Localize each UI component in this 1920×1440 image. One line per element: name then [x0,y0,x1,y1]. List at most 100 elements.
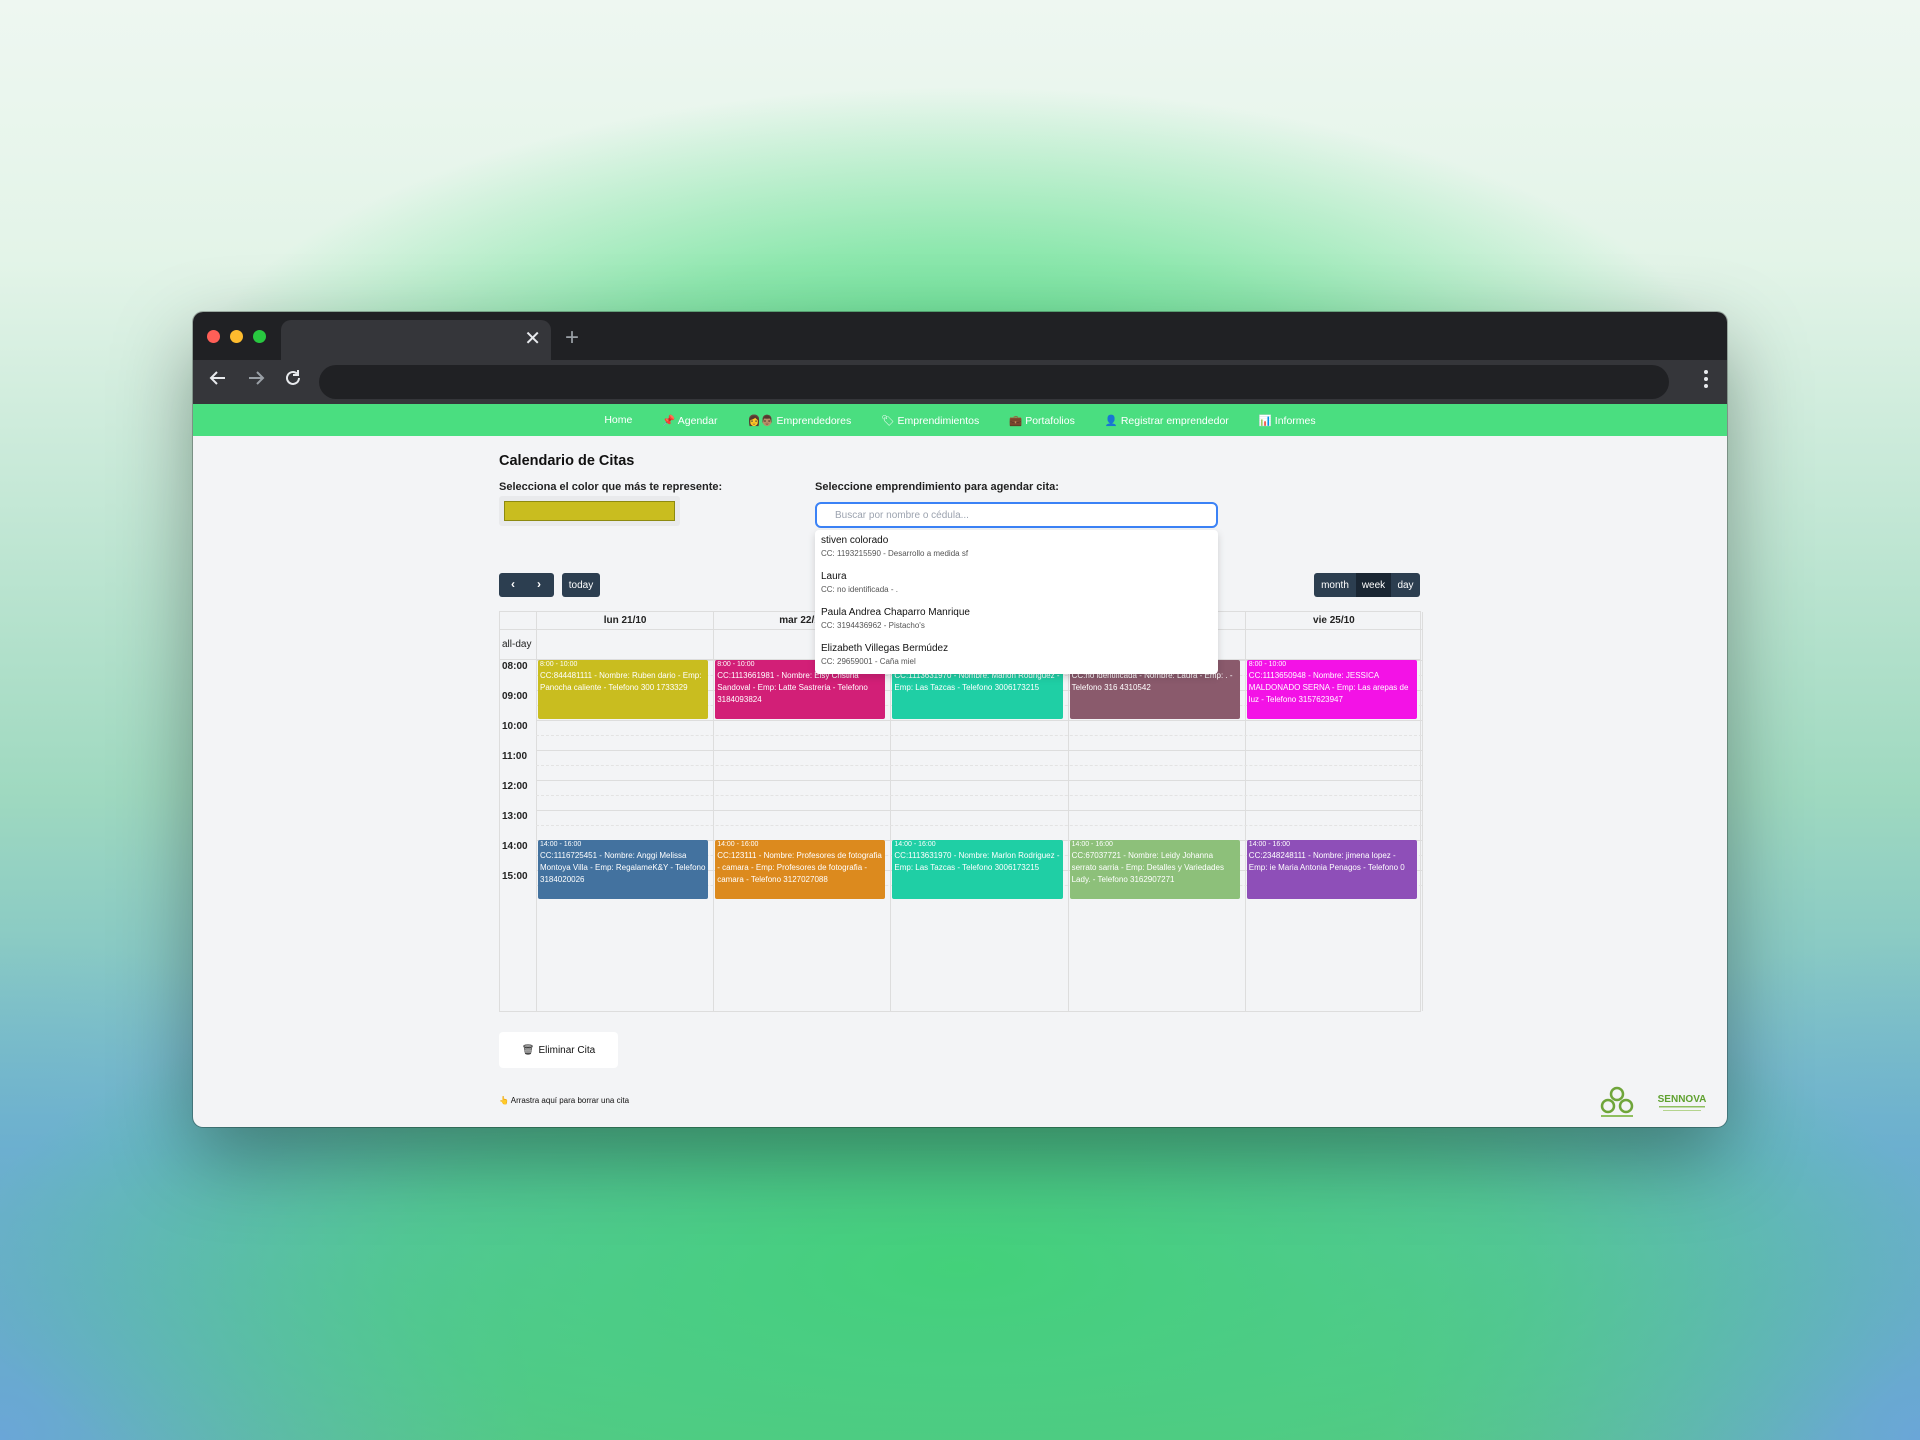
hour-line [536,720,1422,721]
day-column-line [713,612,715,1011]
title-bar: ✕ + [193,312,1727,360]
dropdown-item-name: stiven colorado [821,535,889,546]
hour-line [536,750,1422,751]
nav-registrar-emprendedor[interactable]: 👤 Registrar emprendedor [1105,414,1229,427]
address-bar[interactable] [319,365,1669,399]
prev-button[interactable]: ‹ [511,577,515,591]
appointment-event[interactable]: 14:00 - 16:00 CC:123111 - Nombre: Profeso… [715,840,886,899]
dropdown-item[interactable]: Laura CC: no identificada - . [815,566,1218,602]
tab-close-icon[interactable]: ✕ [524,329,541,349]
delete-hint: 👆 Arrastra aquí para borrar una cita [499,1096,630,1105]
dropdown-item[interactable]: stiven colorado CC: 1193215590 - Desarro… [815,530,1218,566]
back-arrow-icon[interactable] [209,368,227,392]
institution-logo [1600,1086,1634,1117]
event-text: CC:2348248111 - Nombre: jimena lopez - E… [1248,851,1405,872]
forward-arrow-icon[interactable] [247,368,265,392]
browser-tab[interactable]: ✕ [281,320,551,360]
event-time: 8:00 - 10:00 [1248,661,1287,668]
event-text: CC:123111 - Nombre: Profesores de fotogr… [717,851,882,884]
next-button[interactable]: › [537,577,541,591]
time-slot-label: 10:00 [502,721,528,732]
all-day-label: all-day [502,639,532,650]
dropdown-item-name: Elizabeth Villegas Bermúdez [821,643,949,654]
sennova-logo: SENNOVA [1658,1094,1707,1111]
nav-emprendedores[interactable]: 👩👨🏽 Emprendedores [747,414,851,427]
day-column-line [1244,612,1246,1011]
nav-portafolios[interactable]: 💼 Portafolios [1009,414,1075,427]
delete-label: Eliminar Cita [538,1044,596,1056]
maximize-window-button[interactable] [253,330,266,343]
delete-appointment-button[interactable]: 🗑 Eliminar Cita [499,1032,618,1068]
dropdown-item[interactable]: Elizabeth Villegas Bermúdez CC: 29659001… [815,638,1218,674]
dropdown-item-detail: CC: 1193215590 - Desarrollo a medida sf [821,549,969,558]
nav-home[interactable]: Home [604,414,632,426]
svg-text:SENNOVA: SENNOVA [1658,1094,1707,1105]
day-view-button[interactable]: day [1391,573,1420,597]
new-tab-icon[interactable]: + [565,324,579,352]
color-swatch[interactable] [504,501,675,521]
half-hour-line [536,795,1422,796]
menu-dots-icon[interactable] [1703,369,1709,394]
appointment-event[interactable]: 14:00 - 16:00 CC:2348248111 - Nombre: jim… [1246,840,1417,899]
emprendimiento-label: Seleccione emprendimiento para agendar c… [815,481,1059,493]
event-time: 8:00 - 10:00 [540,661,578,668]
close-window-button[interactable] [207,330,220,343]
search-input[interactable] [815,502,1218,528]
time-slot-label: 12:00 [502,781,528,792]
half-hour-line [536,825,1422,826]
month-view-button[interactable]: month [1314,573,1356,597]
main-content: Calendario de Citas Selecciona el color … [193,436,1727,1127]
calendar-header-gutter [500,612,536,630]
appointment-event[interactable]: 14:00 - 16:00 CC:67037721 - Nombre: Leidy… [1069,840,1240,899]
event-time: 14:00 - 16:00 [1248,841,1291,848]
time-slot-label: 09:00 [502,691,528,702]
prev-next-group: ‹ › [499,573,554,597]
appointment-event[interactable]: 14:00 - 16:00 CC:1116725451 - Nombre: Ang… [538,840,709,899]
page-title: Calendario de Citas [499,453,635,469]
browser-window: ✕ + Home 📌 Agendar 👩👨🏽 Emprendedores 🏷 E… [193,312,1727,1127]
appointment-event[interactable]: 8:00 - 10:00 CC:1113650948 - Nombre: JESS… [1246,660,1417,719]
time-slot-label: 13:00 [502,811,528,822]
dropdown-item-detail: CC: no identificada - . [821,585,898,594]
nav-informes[interactable]: 📊 Informes [1259,414,1316,427]
color-picker[interactable] [499,496,680,526]
time-slot-label: 14:00 [502,841,528,852]
event-text: CC:1113661981 - Nombre: Elsy Cristina Sa… [717,671,868,704]
event-time: 14:00 - 16:00 [540,841,582,848]
hour-line [536,780,1422,781]
today-button[interactable]: today [562,573,600,597]
app-navbar: Home 📌 Agendar 👩👨🏽 Emprendedores 🏷 Empre… [193,404,1727,436]
calendar-day-header: lun 21/10 [536,612,714,630]
view-switcher: month week day [1314,573,1420,597]
appointment-event[interactable]: 8:00 - 10:00 CC:844481111 - Nombre: Ruben… [538,660,709,719]
nav-agendar[interactable]: 📌 Agendar [662,414,717,427]
calendar-day-header: vie 25/10 [1244,612,1422,630]
event-text: CC:1116725451 - Nombre: Anggi Melissa Mo… [540,851,706,884]
event-time: 14:00 - 16:00 [894,841,936,848]
appointment-event[interactable]: 14:00 - 16:00 CC:1113631970 - Nombre: Mar… [892,840,1063,899]
dropdown-item[interactable]: Paula Andrea Chaparro Manrique CC: 31944… [815,602,1218,638]
time-slot-label: 11:00 [502,751,528,762]
half-hour-line [536,735,1422,736]
time-slot-label: 08:00 [502,661,528,672]
time-slot-label: 15:00 [502,871,528,882]
trash-icon: 🗑 [521,1044,535,1056]
browser-toolbar [193,360,1727,404]
event-text: CC:844481111 - Nombre: Ruben dario - Emp… [540,671,702,692]
dropdown-item-name: Laura [821,571,847,582]
minimize-window-button[interactable] [230,330,243,343]
event-text: CC:67037721 - Nombre: Leidy Johanna serr… [1071,851,1224,884]
event-text: CC:1113631970 - Nombre: Marlon Rodriguez… [894,851,1060,872]
day-column-line [536,612,537,1011]
nav-emprendimientos[interactable]: 🏷 Emprendimientos [881,414,979,427]
event-time: 14:00 - 16:00 [717,841,759,848]
hour-line [536,810,1422,811]
week-view-button[interactable]: week [1356,573,1391,597]
color-label: Selecciona el color que más te represent… [499,481,723,493]
dropdown-item-detail: CC: 3194436962 - Pistacho's [821,621,925,630]
half-hour-line [536,765,1422,766]
reload-icon[interactable] [284,368,302,392]
day-column-line [1422,612,1423,1011]
search-results-dropdown: stiven colorado CC: 1193215590 - Desarro… [815,530,1218,674]
dropdown-item-detail: CC: 29659001 - Caña miel [821,657,916,666]
